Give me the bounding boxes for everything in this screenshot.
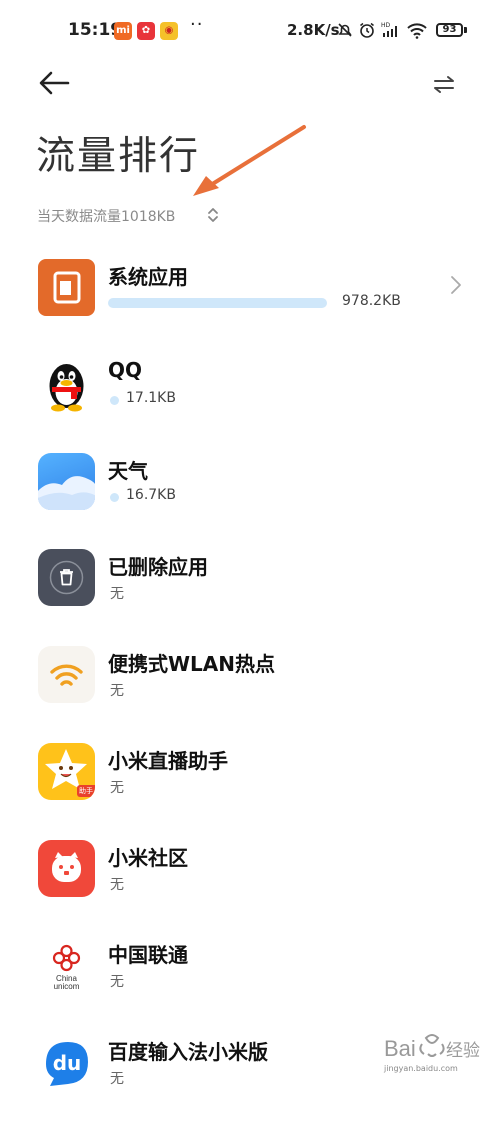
app-row-system[interactable]: 系统应用 978.2KB: [0, 257, 500, 353]
usage-bar: [108, 298, 327, 308]
icon-badge: 助手: [77, 785, 95, 797]
mi-icon: mi: [114, 22, 132, 40]
baidu-du-icon: du: [38, 1034, 95, 1091]
expand-collapse-icon[interactable]: [206, 205, 220, 225]
app-name: 便携式WLAN热点: [108, 652, 276, 676]
usage-dot: [110, 493, 119, 502]
star-face-icon: 助手: [38, 743, 95, 800]
mute-icon: [338, 23, 352, 37]
qq-penguin-icon: [38, 356, 95, 413]
red-app-icon: ✿: [137, 22, 155, 40]
hd-signal-icon: HD: [381, 22, 397, 37]
sort-toggle-icon[interactable]: [430, 71, 458, 97]
svg-text:经验: 经验: [446, 1041, 480, 1061]
app-row-qq[interactable]: QQ 17.1KB: [0, 354, 500, 450]
svg-text:Bai: Bai: [384, 1036, 416, 1061]
wifi-hotspot-icon: [38, 646, 95, 703]
battery-icon: 93: [436, 23, 463, 37]
battery-tip: [464, 27, 467, 33]
usage-dot: [110, 396, 119, 405]
app-name: 小米直播助手: [108, 749, 228, 773]
weather-cloud-icon: [38, 453, 95, 510]
unicom-logo-unicom: unicom: [54, 982, 80, 991]
chevron-right-icon: [451, 276, 461, 294]
back-arrow-icon[interactable]: [36, 67, 72, 99]
usage-none: 无: [110, 974, 124, 990]
system-apps-icon: [38, 259, 95, 316]
app-name: QQ: [108, 358, 143, 382]
more-notifications-icon: ··: [190, 14, 204, 35]
weibo-icon: ◉: [160, 22, 178, 40]
usage-none: 无: [110, 780, 124, 796]
app-row-weather[interactable]: 天气 16.7KB: [0, 451, 500, 547]
bunny-icon: [38, 840, 95, 897]
svg-text:HD: HD: [381, 22, 391, 29]
app-row-community[interactable]: 小米社区 无: [0, 838, 500, 934]
app-name: 小米社区: [108, 846, 188, 870]
daily-data-summary[interactable]: 当天数据流量1018KB: [37, 206, 175, 226]
app-row-hotspot[interactable]: 便携式WLAN热点 无: [0, 644, 500, 740]
app-name: 百度输入法小米版: [108, 1040, 268, 1064]
trash-icon: [38, 549, 95, 606]
usage-none: 无: [110, 1071, 124, 1087]
status-bar: 15:19 mi ✿ ◉ ·· 2.8K/s HD 93: [0, 0, 500, 60]
alarm-icon: [360, 22, 374, 38]
watermark-url: jingyan.baidu.com: [384, 1064, 458, 1073]
usage-text: 16.7KB: [126, 487, 176, 503]
app-row-live-assistant[interactable]: 助手 小米直播助手 无: [0, 741, 500, 837]
usage-none: 无: [110, 877, 124, 893]
usage-none: 无: [110, 683, 124, 699]
app-name: 天气: [108, 459, 148, 483]
app-row-unicom[interactable]: China unicom 中国联通 无: [0, 935, 500, 1031]
network-speed: 2.8K/s: [287, 21, 340, 39]
page-title: 流量排行: [36, 134, 201, 179]
app-name: 已删除应用: [108, 555, 208, 579]
usage-none: 无: [110, 586, 124, 602]
usage-text: 978.2KB: [342, 293, 401, 309]
svg-text:du: du: [53, 1051, 82, 1075]
app-name: 系统应用: [108, 265, 188, 289]
app-name: 中国联通: [108, 943, 188, 967]
app-row-deleted[interactable]: 已删除应用 无: [0, 547, 500, 643]
china-unicom-icon: China unicom: [38, 937, 95, 994]
usage-text: 17.1KB: [126, 390, 176, 406]
wifi-icon: [407, 23, 427, 39]
